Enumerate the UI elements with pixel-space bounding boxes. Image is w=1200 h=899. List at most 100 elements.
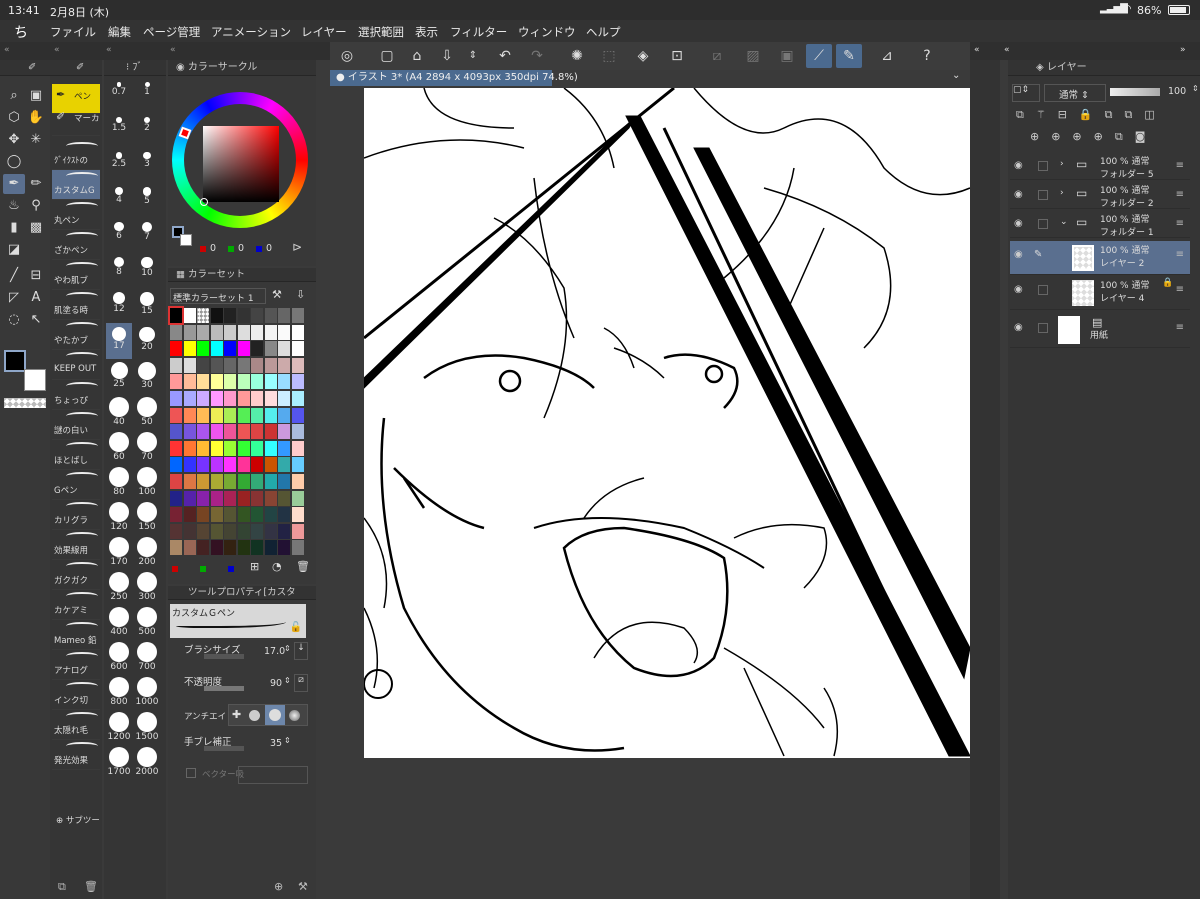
auto-select-icon[interactable]: ✳ <box>25 130 47 150</box>
opacity-slider[interactable] <box>204 686 244 691</box>
color-swatch[interactable] <box>278 523 290 539</box>
color-swatch[interactable] <box>237 374 250 390</box>
brush-size-preset[interactable]: 1 <box>134 78 160 114</box>
color-swatch[interactable] <box>183 540 196 556</box>
color-swatch[interactable] <box>183 391 196 406</box>
color-swatch[interactable] <box>170 391 182 406</box>
visibility-eye-icon[interactable]: ◉ <box>1014 322 1023 333</box>
color-swatch[interactable] <box>183 490 196 506</box>
color-swatch[interactable] <box>170 407 182 423</box>
color-swatch[interactable] <box>264 407 277 423</box>
layer-color-dropdown[interactable]: ▢⇕ <box>1012 84 1040 102</box>
color-swatch[interactable] <box>237 523 250 539</box>
pressure-icon[interactable]: ↓ <box>294 642 308 660</box>
duplicate-subtool-icon[interactable]: ⧉ <box>58 880 66 894</box>
delete-color-icon[interactable]: 🗑 <box>296 560 310 573</box>
menu-icon[interactable]: ≡ <box>1176 160 1184 171</box>
subtool-item[interactable]: 太隠れ毛 <box>52 710 100 740</box>
color-swatch[interactable] <box>264 374 277 390</box>
color-swatch[interactable] <box>251 424 263 440</box>
menu-icon[interactable]: ≡ <box>1176 284 1184 295</box>
color-swatch[interactable] <box>264 507 277 523</box>
color-swatch[interactable] <box>291 407 304 423</box>
collapse-icon[interactable]: « <box>170 46 176 55</box>
color-swatch[interactable] <box>210 357 223 373</box>
color-swatch[interactable] <box>264 440 277 456</box>
collapse-icon[interactable]: « <box>4 46 10 55</box>
color-swatch[interactable] <box>224 357 236 373</box>
stabilization-slider[interactable] <box>204 746 244 751</box>
color-swatch[interactable] <box>210 324 223 340</box>
color-swatch[interactable] <box>170 341 182 357</box>
blend-mode-dropdown[interactable]: 通常 ⇕ <box>1044 84 1106 102</box>
brush-size-preset[interactable]: 5 <box>134 183 160 219</box>
brush-size-preset[interactable]: 7 <box>134 218 160 254</box>
color-swatch[interactable] <box>291 523 304 539</box>
color-swatch[interactable] <box>251 374 263 390</box>
subtool-item[interactable]: ほとばし <box>52 440 100 470</box>
hand-icon[interactable]: ✋ <box>25 108 47 128</box>
menu-icon[interactable]: ≡ <box>1176 218 1184 229</box>
color-swatch[interactable] <box>197 424 209 440</box>
color-swatch[interactable] <box>291 308 304 323</box>
layer-checkbox[interactable] <box>1038 323 1048 333</box>
color-swatch[interactable] <box>237 407 250 423</box>
move-icon[interactable]: ✥ <box>3 130 25 150</box>
save-icon[interactable]: ⇩ <box>434 44 460 68</box>
collapse-icon[interactable]: « <box>1004 45 1010 55</box>
color-swatch[interactable] <box>197 324 209 340</box>
brush-size-preset[interactable]: 1700 <box>106 743 132 779</box>
color-swatch[interactable] <box>237 357 250 373</box>
color-swatch[interactable] <box>210 540 223 556</box>
layer-checkbox[interactable] <box>1038 190 1048 200</box>
subtool-item[interactable]: 肌塗る時 <box>52 290 100 320</box>
layer-checkbox[interactable] <box>1038 161 1048 171</box>
color-swatch[interactable] <box>291 540 304 556</box>
undo-icon[interactable]: ↶ <box>492 44 518 68</box>
brush-size-preset[interactable]: 50 <box>134 393 160 429</box>
menu-icon[interactable]: ≡ <box>1176 189 1184 200</box>
color-swatch[interactable] <box>210 507 223 523</box>
color-swatch[interactable] <box>251 490 263 506</box>
brush-size-preset[interactable]: 4 <box>106 183 132 219</box>
color-swatch[interactable] <box>224 324 236 340</box>
add-subtool-button[interactable]: ⊕ サブツー <box>56 814 100 826</box>
brush-size-preset[interactable]: 60 <box>106 428 132 464</box>
color-swatch[interactable] <box>264 391 277 406</box>
color-swatch[interactable] <box>183 341 196 357</box>
brush-size-preset[interactable]: 1000 <box>134 673 160 709</box>
color-swatch[interactable] <box>197 457 209 473</box>
color-swatch[interactable] <box>264 540 277 556</box>
color-swatch[interactable] <box>210 391 223 406</box>
brush-size-preset[interactable]: 15 <box>134 288 160 324</box>
color-swatch[interactable] <box>251 540 263 556</box>
opacity-value[interactable]: 90 <box>270 678 282 689</box>
delete-subtool-icon[interactable]: 🗑 <box>84 880 98 893</box>
color-swatch[interactable] <box>251 474 263 489</box>
chevron-right-icon[interactable]: › <box>1060 188 1064 198</box>
color-swatch[interactable] <box>170 374 182 390</box>
stabilizer-icon[interactable]: ⟋ <box>806 44 832 68</box>
zoom-icon[interactable]: ⌕ <box>3 86 25 106</box>
color-swatch[interactable] <box>278 440 290 456</box>
replace-color-icon[interactable]: ◔ <box>272 560 282 573</box>
color-swatch[interactable] <box>264 523 277 539</box>
canvas-tab[interactable]: ● イラスト 3* (A4 2894 x 4093px 350dpi 74.8%… <box>330 70 578 86</box>
color-swatch[interactable] <box>168 306 184 325</box>
line-icon[interactable]: ╱ <box>3 266 25 286</box>
menu-filter[interactable]: フィルター <box>450 24 507 40</box>
redo-icon[interactable]: ↷ <box>524 44 550 68</box>
import-icon[interactable]: ⇩ <box>296 288 305 301</box>
stepper-icon[interactable]: ⇕ <box>284 644 291 653</box>
color-swatch[interactable] <box>264 341 277 357</box>
color-swatch[interactable] <box>278 474 290 489</box>
color-swatch[interactable] <box>210 474 223 489</box>
color-swatch[interactable] <box>291 474 304 489</box>
lock-icon[interactable]: 🔒 <box>1162 278 1173 288</box>
saturation-value-square[interactable] <box>203 126 279 202</box>
color-swatch[interactable] <box>237 341 250 357</box>
value-marker[interactable] <box>200 198 208 206</box>
color-swatch[interactable] <box>183 357 196 373</box>
property-wrench-icon[interactable]: ⚒ <box>298 880 308 893</box>
layer-opacity-slider[interactable] <box>1110 88 1160 96</box>
